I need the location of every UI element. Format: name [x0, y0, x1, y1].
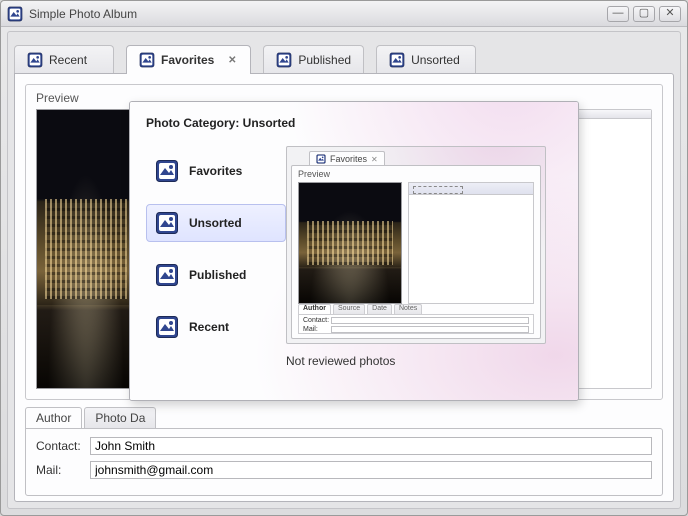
photo-icon [316, 154, 326, 164]
mini-tab-notes: Notes [394, 304, 422, 314]
tab-published[interactable]: Published [263, 45, 364, 74]
category-list: Favorites Unsorted Published Recent [146, 146, 286, 376]
minimize-button[interactable]: — [607, 6, 629, 22]
titlebar[interactable]: Simple Photo Album — ▢ ✕ [1, 1, 687, 27]
tab-label: Favorites [161, 53, 214, 67]
window-title: Simple Photo Album [29, 7, 137, 21]
tab-favorites[interactable]: Favorites ✕ [126, 45, 251, 74]
mini-details [408, 182, 534, 304]
mini-contact-input [331, 317, 529, 324]
close-icon[interactable]: ✕ [226, 54, 238, 66]
mini-mail-input [331, 326, 529, 333]
photo-icon [139, 52, 155, 68]
photo-icon [276, 52, 292, 68]
preview-thumbnail[interactable] [36, 109, 136, 389]
category-label: Published [189, 268, 246, 282]
contact-input[interactable] [90, 437, 652, 455]
mail-label: Mail: [36, 463, 82, 477]
photo-icon [389, 52, 405, 68]
mini-contact-label: Contact: [303, 317, 327, 324]
tab-label: Unsorted [411, 53, 460, 67]
mini-tab-date: Date [367, 304, 392, 314]
bottom-tabs: Author Photo Da Contact: Mail: [25, 406, 663, 496]
author-panel: Contact: Mail: [25, 428, 663, 496]
category-published[interactable]: Published [146, 256, 286, 294]
mini-tab-source: Source [333, 304, 365, 314]
close-icon: ✕ [371, 155, 378, 164]
tab-label: Recent [49, 53, 87, 67]
app-window: Simple Photo Album — ▢ ✕ Recent Favorite… [0, 0, 688, 516]
tab-recent[interactable]: Recent [14, 45, 114, 74]
category-favorites[interactable]: Favorites [146, 152, 286, 190]
category-label: Unsorted [189, 216, 242, 230]
category-label: Recent [189, 320, 229, 334]
popover-title: Photo Category: Unsorted [146, 116, 562, 130]
category-popover: Photo Category: Unsorted Favorites Unsor… [129, 101, 579, 401]
close-button[interactable]: ✕ [659, 6, 681, 22]
photo-icon [27, 52, 43, 68]
app-icon [7, 6, 23, 22]
photo-icon [155, 211, 179, 235]
category-label: Favorites [189, 164, 242, 178]
mini-preview-label: Preview [292, 166, 540, 182]
tab-label: Published [298, 53, 351, 67]
photo-icon [155, 159, 179, 183]
mail-input[interactable] [90, 461, 652, 479]
mini-tab-favorites: Favorites ✕ [309, 151, 385, 166]
mini-thumbnail [298, 182, 402, 304]
mini-mail-label: Mail: [303, 326, 327, 333]
maximize-button[interactable]: ▢ [633, 6, 655, 22]
tab-author[interactable]: Author [25, 407, 82, 428]
tab-unsorted[interactable]: Unsorted [376, 45, 476, 74]
photo-icon [155, 263, 179, 287]
contact-label: Contact: [36, 439, 82, 453]
main-tabstrip: Recent Favorites ✕ Published Unsorted [8, 32, 680, 74]
mini-tab-author: Author [298, 304, 331, 314]
tab-label: Photo Da [95, 411, 145, 425]
category-recent[interactable]: Recent [146, 308, 286, 346]
category-caption: Not reviewed photos [286, 354, 395, 368]
tab-label: Author [36, 411, 71, 425]
photo-icon [155, 315, 179, 339]
tab-photo-data[interactable]: Photo Da [84, 407, 156, 428]
category-unsorted[interactable]: Unsorted [146, 204, 286, 242]
category-preview-mockup: Favorites ✕ Preview [286, 146, 546, 344]
